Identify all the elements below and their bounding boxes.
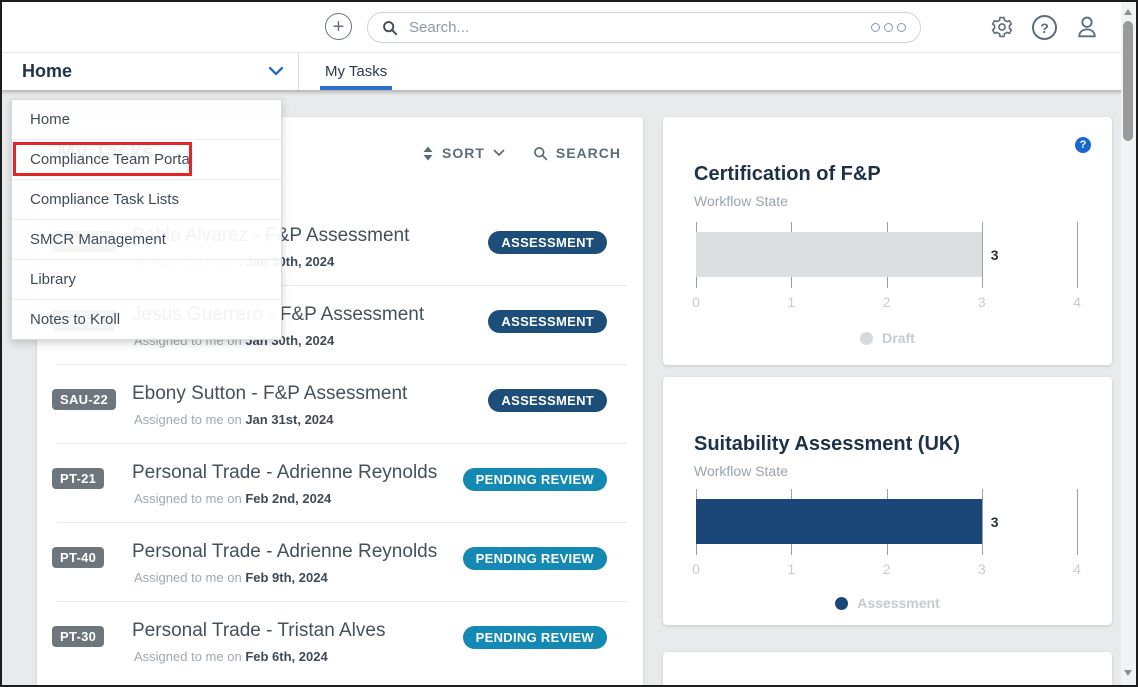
bar	[696, 232, 982, 277]
chart-card-partial	[663, 652, 1112, 687]
sort-button[interactable]: SORT	[422, 145, 505, 161]
task-id-badge: PT-30	[52, 626, 104, 647]
user-profile-icon[interactable]	[1074, 14, 1100, 40]
legend-label: Draft	[882, 330, 915, 346]
status-badge: PENDING REVIEW	[463, 547, 607, 570]
menu-item-smcr-management[interactable]: SMCR Management	[12, 220, 281, 260]
panel-controls: SORT SEARCH	[422, 145, 621, 161]
tick-label: 3	[978, 561, 986, 577]
task-row[interactable]: PT-21 Personal Trade - Adrienne Reynolds…	[37, 444, 643, 523]
status-badge: ASSESSMENT	[488, 231, 607, 254]
bar-row: 3	[696, 232, 1115, 277]
tick-label: 2	[883, 294, 891, 310]
add-button[interactable]: +	[325, 13, 352, 40]
task-title: Personal Trade - Tristan Alves	[132, 620, 385, 642]
scrollbar-up-arrow-icon[interactable]	[1124, 9, 1132, 15]
plus-icon: +	[333, 17, 345, 37]
chart-legend: Draft	[663, 330, 1112, 346]
search-button[interactable]: SEARCH	[533, 145, 621, 161]
help-icon[interactable]: ?	[1075, 137, 1091, 153]
menu-item-compliance-task-lists[interactable]: Compliance Task Lists	[12, 180, 281, 220]
scrollbar-down-arrow-icon[interactable]	[1124, 670, 1132, 676]
chart-card-suitability: Suitability Assessment (UK) Workflow Sta…	[663, 377, 1112, 625]
task-assigned-date: Assigned to me on Feb 2nd, 2024	[134, 491, 331, 506]
tick-label: 1	[787, 294, 795, 310]
search-icon	[533, 146, 548, 161]
task-id-badge: PT-40	[52, 547, 104, 568]
tick-label: 3	[978, 294, 986, 310]
status-badge: PENDING REVIEW	[463, 626, 607, 649]
nav-dropdown-menu: Home Compliance Team Portal Compliance T…	[11, 99, 282, 340]
help-icon[interactable]: ?	[1032, 15, 1057, 40]
menu-item-home[interactable]: Home	[12, 100, 281, 140]
legend-dot	[860, 332, 873, 345]
task-title: Personal Trade - Adrienne Reynolds	[132, 462, 437, 484]
chart-subtitle: Workflow State	[694, 193, 788, 209]
task-id-badge: SAU-22	[52, 389, 116, 410]
nav-dropdown-toggle[interactable]: Home	[22, 52, 284, 90]
sort-icon	[422, 146, 434, 161]
nav-bar: Home My Tasks	[2, 52, 1136, 90]
highlight-annotation-box	[13, 142, 192, 176]
global-search-bar[interactable]	[367, 12, 921, 43]
chevron-down-icon	[493, 149, 505, 157]
task-id-badge: PT-21	[52, 468, 104, 489]
nav-dropdown-label: Home	[22, 61, 72, 82]
tick-label: 0	[692, 561, 700, 577]
axis-tick-labels: 01234	[696, 294, 1077, 312]
task-title: Personal Trade - Adrienne Reynolds	[132, 541, 437, 563]
legend-label: Assessment	[857, 595, 940, 611]
task-assigned-date: Assigned to me on Feb 6th, 2024	[134, 649, 328, 664]
chart-card-certification: ? Certification of F&P Workflow State 3 …	[663, 117, 1112, 365]
menu-item-library[interactable]: Library	[12, 260, 281, 300]
task-assigned-date: Assigned to me on Feb 9th, 2024	[134, 570, 328, 585]
search-icon	[382, 20, 398, 36]
nav-divider	[298, 52, 299, 90]
tick-label: 4	[1073, 294, 1081, 310]
bar-value-label: 3	[991, 514, 999, 530]
search-options-icon[interactable]	[871, 23, 906, 32]
tick-label: 2	[883, 561, 891, 577]
bar-chart: 3 01234	[696, 222, 1077, 288]
tab-my-tasks[interactable]: My Tasks	[320, 52, 392, 90]
task-title: Ebony Sutton - F&P Assessment	[132, 383, 407, 405]
chart-subtitle: Workflow State	[694, 463, 788, 479]
task-row[interactable]: PT-30 Personal Trade - Tristan Alves Ass…	[37, 602, 643, 681]
bar	[696, 499, 982, 544]
question-mark-glyph: ?	[1040, 20, 1049, 36]
tick-label: 1	[787, 561, 795, 577]
status-badge: ASSESSMENT	[488, 389, 607, 412]
settings-gear-icon[interactable]	[990, 15, 1014, 39]
axis-tick-labels: 01234	[696, 561, 1077, 579]
menu-item-notes-to-kroll[interactable]: Notes to Kroll	[12, 300, 281, 339]
bar-chart: 3 01234	[696, 489, 1077, 555]
status-badge: PENDING REVIEW	[463, 468, 607, 491]
search-input[interactable]	[407, 18, 862, 37]
legend-dot	[835, 597, 848, 610]
chevron-down-icon	[268, 66, 284, 76]
scrollbar[interactable]	[1121, 2, 1136, 685]
task-row[interactable]: PT-40 Personal Trade - Adrienne Reynolds…	[37, 523, 643, 602]
scrollbar-thumb[interactable]	[1123, 21, 1133, 141]
bar-value-label: 3	[991, 247, 999, 263]
tick-label: 4	[1073, 561, 1081, 577]
bar-row: 3	[696, 499, 1115, 544]
task-row[interactable]: SAU-22 Ebony Sutton - F&P Assessment Ass…	[37, 365, 643, 444]
chart-title: Suitability Assessment (UK)	[694, 433, 960, 456]
app-window: + ? Home	[0, 0, 1138, 687]
active-tab-underline	[320, 86, 392, 90]
tick-label: 0	[692, 294, 700, 310]
task-assigned-date: Assigned to me on Jan 31st, 2024	[134, 412, 334, 427]
chart-title: Certification of F&P	[694, 163, 881, 186]
top-bar: + ?	[2, 2, 1136, 53]
status-badge: ASSESSMENT	[488, 310, 607, 333]
chart-legend: Assessment	[663, 595, 1112, 611]
